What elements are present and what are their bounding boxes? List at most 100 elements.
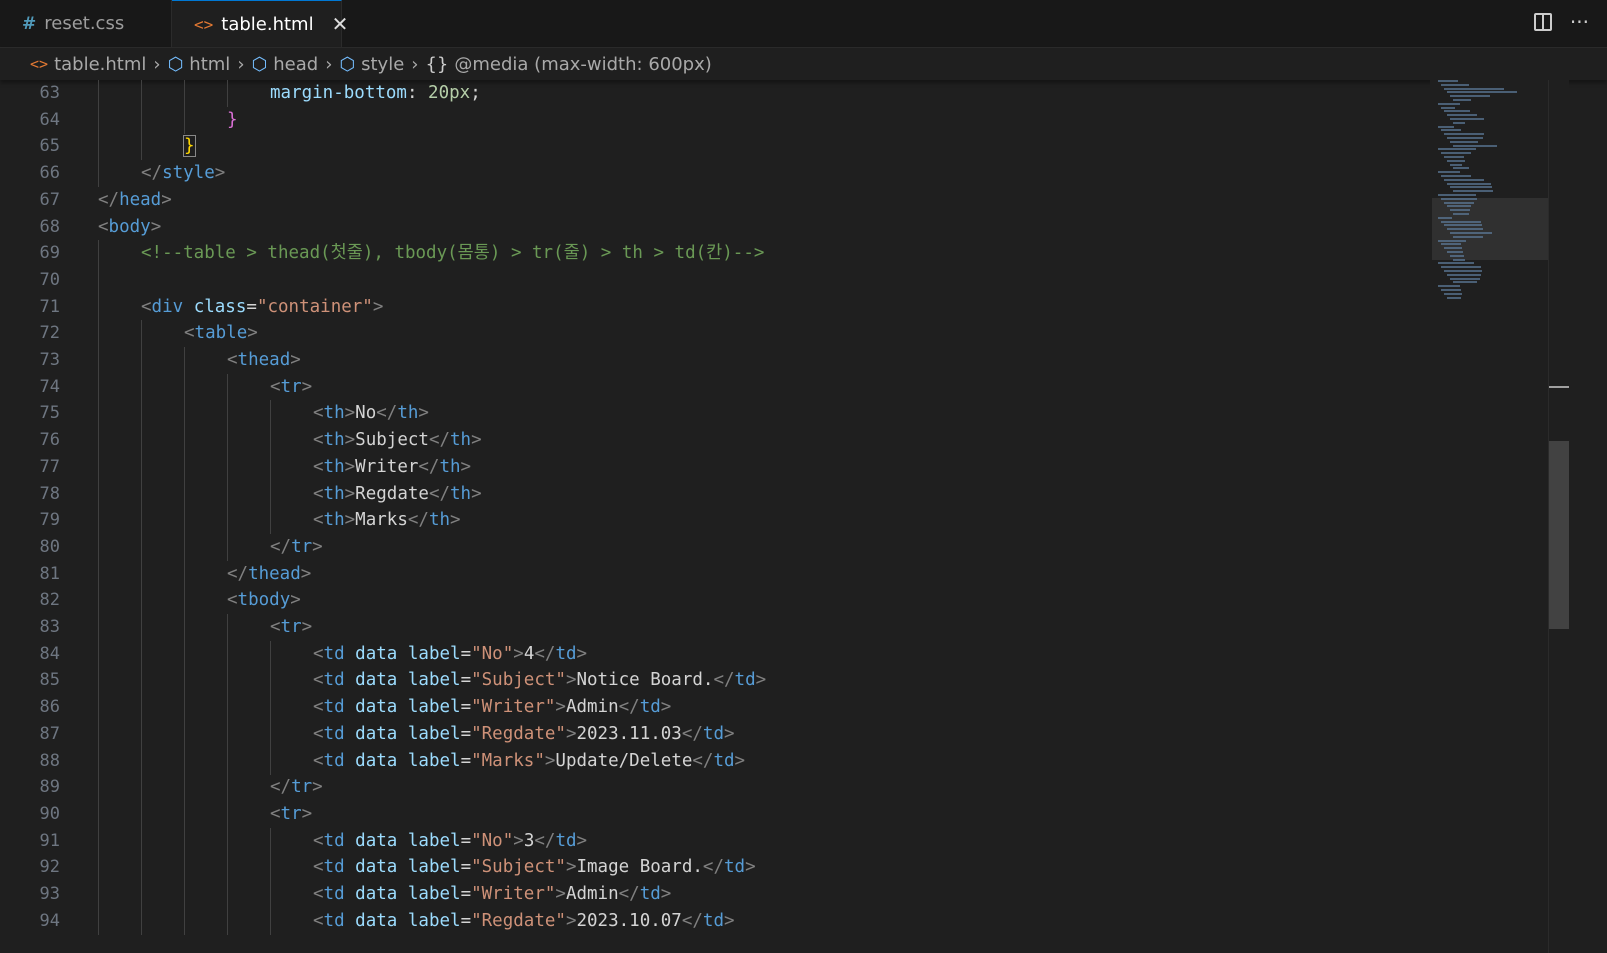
code-token: div <box>151 296 184 317</box>
code-line[interactable]: 68 <body> <box>0 214 1430 241</box>
code-line[interactable]: 90 <tr> <box>0 800 1430 828</box>
code-line[interactable]: 93 <td data label="Writer">Admin</td> <box>0 881 1430 908</box>
code-token: < <box>313 430 324 451</box>
code-token: body <box>108 216 151 237</box>
code-line[interactable]: 66 </style> <box>0 160 1430 188</box>
code-token: data <box>355 830 398 851</box>
minimap-line <box>1453 167 1469 170</box>
code-token: > <box>161 189 172 210</box>
indent-guide <box>227 507 228 535</box>
indent-guide <box>141 720 142 748</box>
indent-guide <box>184 720 185 748</box>
tab-table-html[interactable]: <> table.html ✕ <box>172 0 348 47</box>
code-line[interactable]: 86 <td data label="Writer">Admin</td> <box>0 694 1430 722</box>
code-token: > <box>344 510 356 531</box>
indent-guide <box>98 587 99 615</box>
code-token: data <box>355 643 398 664</box>
code-token: < <box>270 617 281 637</box>
indent-guide <box>184 694 185 722</box>
indent-guide <box>98 293 99 321</box>
code-token: <!--table > thead(첫줄), tbody(몸통) > tr(줄)… <box>141 243 765 264</box>
minimap[interactable] <box>1430 80 1548 953</box>
code-line[interactable]: 76 <th>Subject</th> <box>0 427 1430 455</box>
code-token: label <box>407 697 461 718</box>
code-token: label <box>407 910 461 931</box>
code-line[interactable]: 94 <td data label="Regdate">2023.10.07</t… <box>0 907 1430 935</box>
minimap-line <box>1438 262 1474 265</box>
code-line[interactable]: 63 margin-bottom: 20px; <box>0 80 1430 107</box>
code-text: </thead> <box>227 561 311 588</box>
code-editor[interactable]: 63 margin-bottom: 20px; 64} 65} 66 </style> 67… <box>0 80 1430 953</box>
tab-label: table.html <box>221 13 314 35</box>
code-line[interactable]: 79 <th>Marks</th> <box>0 507 1430 535</box>
chevron-right-icon: › <box>325 53 333 75</box>
vertical-scrollbar[interactable] <box>1548 80 1569 953</box>
minimap-line <box>1438 125 1454 128</box>
code-line[interactable]: 81 </thead> <box>0 560 1430 588</box>
code-line[interactable]: 73 <thead> <box>0 347 1430 374</box>
more-actions-icon[interactable]: ··· <box>1570 10 1589 34</box>
code-line[interactable]: 67 </head> <box>0 187 1430 214</box>
code-token: td <box>323 857 345 878</box>
code-line[interactable]: 71 <div class="container"> <box>0 293 1430 321</box>
minimap-line <box>1438 171 1460 174</box>
breadcrumb-style[interactable]: ⬡ style <box>339 54 404 75</box>
breadcrumb-media[interactable]: {} @media (max-width: 600px) <box>425 54 711 75</box>
code-line[interactable]: 91 <td data label="No">3</td> <box>0 827 1430 855</box>
indent-guide <box>227 747 228 775</box>
breadcrumb-head[interactable]: ⬡ head <box>252 54 319 75</box>
code-line[interactable]: 89 </tr> <box>0 774 1430 802</box>
scroll-thumb[interactable] <box>1549 441 1569 629</box>
indent-guide <box>227 533 228 561</box>
code-line[interactable]: 87 <td data label="Regdate">2023.11.03</t… <box>0 720 1430 748</box>
indent-guide <box>98 907 99 935</box>
code-token: td <box>323 697 345 718</box>
split-editor-icon[interactable] <box>1533 13 1552 31</box>
code-token: > <box>555 697 566 718</box>
code-token: < <box>313 670 324 691</box>
code-token: > <box>301 376 313 397</box>
code-token: th <box>323 403 345 424</box>
code-line[interactable]: 65} <box>0 133 1430 161</box>
code-token: data <box>355 857 398 878</box>
code-line[interactable]: 64} <box>0 106 1430 134</box>
indent-guide <box>270 694 271 722</box>
tab-reset-css[interactable]: # reset.css <box>0 0 172 47</box>
indent-guide <box>227 907 228 935</box>
code-text: <th>Marks</th> <box>313 507 461 534</box>
indent-guide <box>141 614 142 641</box>
code-line[interactable]: 83 <tr> <box>0 614 1430 641</box>
breadcrumb-html[interactable]: ⬡ html <box>168 54 231 75</box>
minimap-line <box>1447 296 1461 299</box>
indent-guide <box>270 827 271 855</box>
code-line[interactable]: 84 <td data label="No">4</td> <box>0 640 1430 668</box>
code-line[interactable]: 85 <td data label="Subject">Notice Board.… <box>0 667 1430 695</box>
chevron-right-icon: › <box>237 53 245 75</box>
minimap-line <box>1441 243 1461 246</box>
code-line[interactable]: 72 <table> <box>0 320 1430 348</box>
code-line[interactable]: 92 <td data label="Subject">Image Board.<… <box>0 854 1430 882</box>
close-icon[interactable]: ✕ <box>332 12 349 36</box>
minimap-line <box>1453 258 1465 261</box>
code-line[interactable]: 69 <!--table > thead(첫줄), tbody(몸통) > tr(… <box>0 240 1430 268</box>
code-line[interactable]: 74 <tr> <box>0 373 1430 401</box>
code-token: = <box>460 857 472 878</box>
minimap-line <box>1441 175 1471 177</box>
code-line[interactable]: 70 <box>0 266 1430 294</box>
code-token: = <box>460 697 472 718</box>
code-token: </ <box>702 857 724 878</box>
code-text: <body> <box>98 214 161 241</box>
code-line[interactable]: 80 </tr> <box>0 533 1430 561</box>
breadcrumb-file[interactable]: <> table.html <box>30 54 146 75</box>
code-line[interactable]: 78 <th>Regdate</th> <box>0 480 1430 508</box>
code-line[interactable]: 77 <th>Writer</th> <box>0 453 1430 481</box>
code-line[interactable]: 82 <tbody> <box>0 587 1430 615</box>
line-number: 75 <box>39 403 60 424</box>
indent-guide <box>141 80 142 107</box>
code-token: </ <box>713 670 735 691</box>
indent-guide <box>141 133 142 161</box>
code-line[interactable]: 75 <th>No</th> <box>0 400 1430 428</box>
minimap-line <box>1441 83 1469 86</box>
code-line[interactable]: 88 <td data label="Marks">Update/Delete</… <box>0 747 1430 775</box>
